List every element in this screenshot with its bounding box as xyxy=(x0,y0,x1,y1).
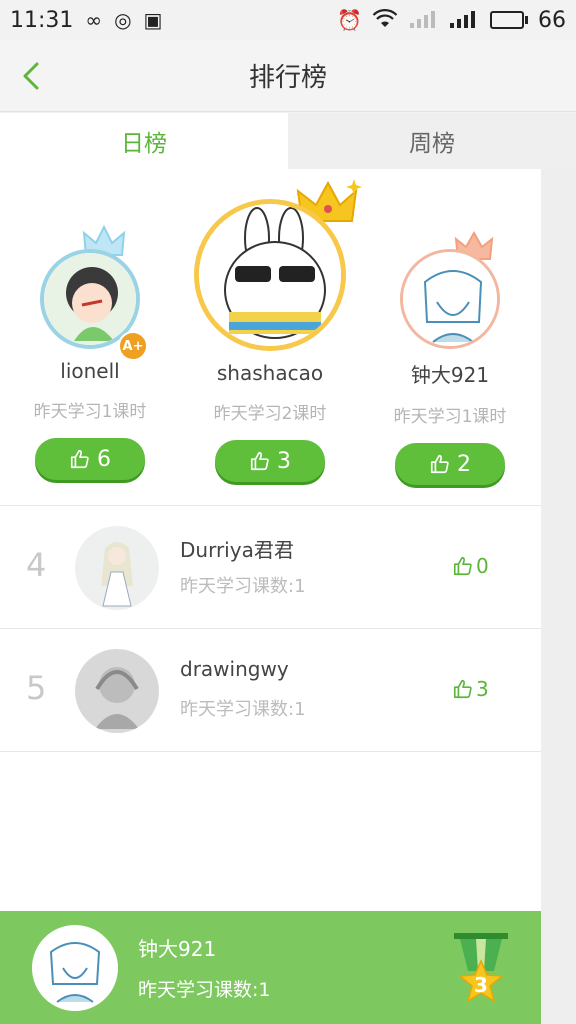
my-rank-number: 3 xyxy=(474,973,488,997)
like-count: 6 xyxy=(97,446,111,472)
rank-number: 4 xyxy=(26,546,47,584)
like-button[interactable]: 3 xyxy=(452,677,489,701)
podium-rank-2[interactable]: A+ lionell 昨天学习1课时 6 xyxy=(20,225,160,480)
weibo-icon: ◎ xyxy=(114,8,132,32)
page-title: 排行榜 xyxy=(248,63,327,93)
avatar-image xyxy=(35,928,115,1008)
podium: A+ lionell 昨天学习1课时 6 shashacao 昨天学习2课时 3… xyxy=(0,169,541,506)
infinity-icon: ∞ xyxy=(85,8,103,32)
battery-level: 66 xyxy=(538,7,566,33)
list-item[interactable]: 4 Durriya君君 昨天学习课数:1 0 xyxy=(0,506,541,629)
podium-name: shashacao xyxy=(216,361,324,385)
like-button[interactable]: 2 xyxy=(395,443,505,485)
podium-rank-3[interactable]: 钟大921 昨天学习1课时 2 xyxy=(380,229,520,485)
podium-name: 钟大921 xyxy=(410,363,490,387)
study-info: 昨天学习课数:1 xyxy=(180,699,306,720)
scroll-gutter xyxy=(541,169,576,1024)
like-count: 3 xyxy=(277,448,291,474)
podium-rank-1[interactable]: shashacao 昨天学习2课时 3 xyxy=(190,179,362,482)
podium-study-info: 昨天学习2课时 xyxy=(213,404,327,424)
back-arrow-icon[interactable] xyxy=(14,58,50,94)
thumbs-up-icon xyxy=(453,679,472,699)
like-button[interactable]: 0 xyxy=(452,554,489,578)
tab-daily[interactable]: 日榜 xyxy=(0,113,288,169)
battery-icon xyxy=(490,11,528,29)
status-time: 11:31 xyxy=(10,7,74,33)
like-button[interactable]: 6 xyxy=(35,438,145,480)
medal-icon: 3 xyxy=(448,931,514,1011)
avatar-image xyxy=(75,649,159,733)
tab-weekly[interactable]: 周榜 xyxy=(288,113,576,169)
avatar-image xyxy=(403,252,497,346)
thumbs-up-icon xyxy=(453,556,472,576)
avatar xyxy=(194,199,346,351)
app-header: 排行榜 xyxy=(0,40,576,112)
rank-number: 5 xyxy=(26,669,47,707)
thumbs-up-icon xyxy=(70,449,89,469)
achievement-badge: A+ xyxy=(118,331,148,361)
avatar-image xyxy=(75,526,159,610)
my-avatar xyxy=(32,925,118,1011)
podium-study-info: 昨天学习1课时 xyxy=(33,402,147,422)
like-count: 0 xyxy=(476,554,489,578)
signal-icon xyxy=(448,9,480,32)
avatar-image xyxy=(199,204,341,346)
like-button[interactable]: 3 xyxy=(215,440,325,482)
tab-bar: 日榜 周榜 xyxy=(0,113,576,169)
podium-name: lionell xyxy=(60,359,120,383)
list-item[interactable]: 5 drawingwy 昨天学习课数:1 3 xyxy=(0,629,541,752)
like-count: 3 xyxy=(476,677,489,701)
wifi-icon xyxy=(372,8,398,32)
signal-4g-icon xyxy=(408,9,438,32)
status-bar: 11:31 ∞ ◎ ▣ ⏰ 66 xyxy=(0,0,576,40)
leaderboard-content: A+ lionell 昨天学习1课时 6 shashacao 昨天学习2课时 3… xyxy=(0,169,541,911)
podium-study-info: 昨天学习1课时 xyxy=(393,407,507,427)
avatar xyxy=(75,649,159,733)
my-rank-bar[interactable]: 钟大921 昨天学习课数:1 3 xyxy=(0,911,541,1024)
thumbs-up-icon xyxy=(250,451,269,471)
user-name: drawingwy xyxy=(180,657,289,681)
avatar xyxy=(400,249,500,349)
my-study-info: 昨天学习课数:1 xyxy=(138,979,271,1001)
alarm-icon: ⏰ xyxy=(337,8,362,32)
study-info: 昨天学习课数:1 xyxy=(180,576,306,597)
user-name: Durriya君君 xyxy=(180,538,294,562)
my-name: 钟大921 xyxy=(138,937,217,961)
like-count: 2 xyxy=(457,451,471,477)
avatar xyxy=(75,526,159,610)
image-icon: ▣ xyxy=(143,8,163,32)
thumbs-up-icon xyxy=(430,454,449,474)
